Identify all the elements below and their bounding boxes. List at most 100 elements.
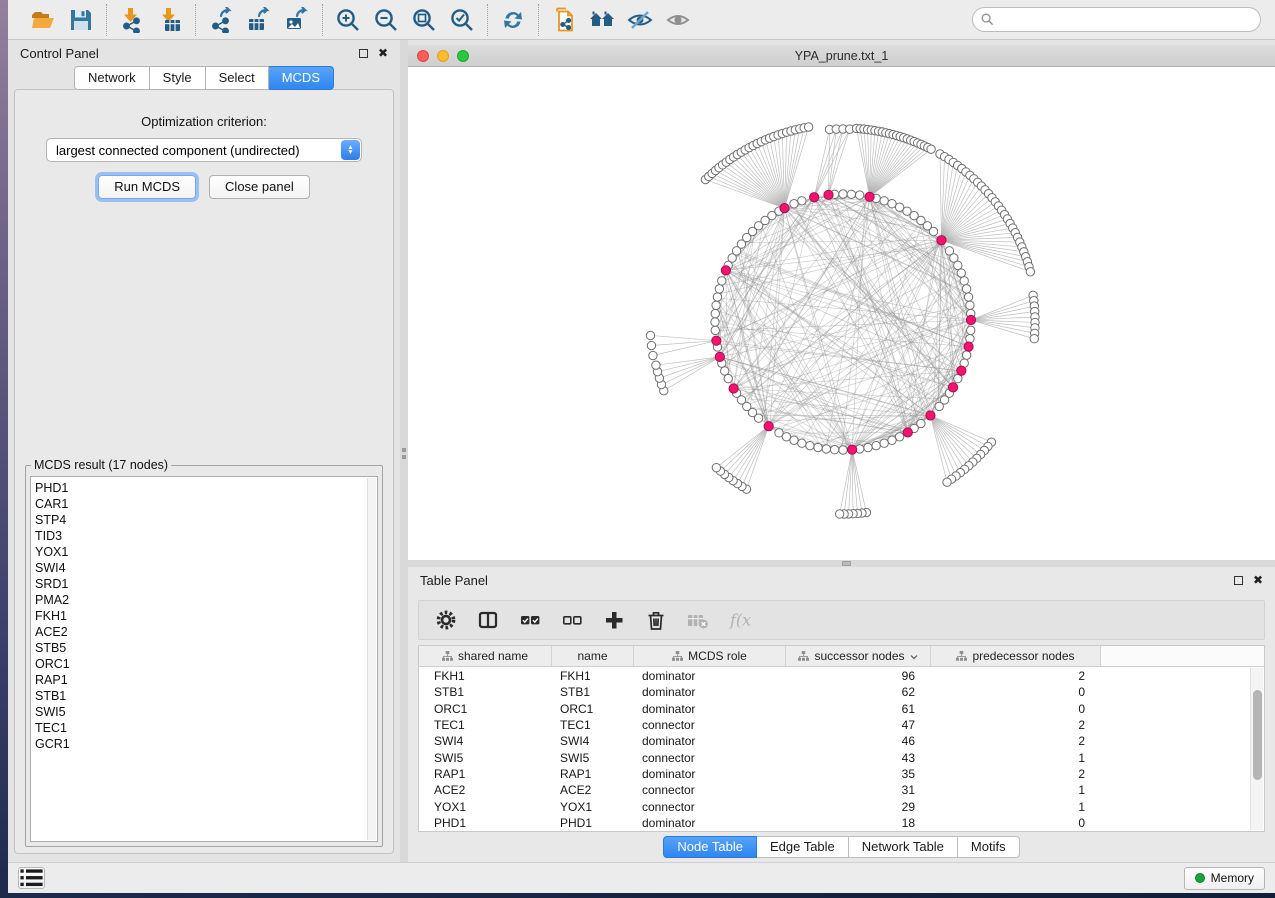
minimize-window-icon[interactable] — [437, 50, 449, 62]
table-cell[interactable]: ORC1 — [552, 702, 634, 716]
table-cell[interactable]: PHD1 — [419, 816, 552, 830]
table-cell[interactable]: connector — [634, 751, 786, 765]
column-header-shared-name[interactable]: shared name — [419, 646, 552, 666]
tab-mcds[interactable]: MCDS — [269, 66, 334, 90]
table-cell[interactable]: dominator — [634, 734, 786, 748]
table-cell[interactable]: 61 — [786, 702, 931, 716]
list-item[interactable]: ORC1 — [35, 656, 377, 672]
list-item[interactable]: SWI4 — [35, 560, 377, 576]
network-window-titlebar[interactable]: YPA_prune.txt_1 — [408, 45, 1275, 67]
import-network-button[interactable] — [115, 4, 149, 36]
table-cell[interactable]: connector — [634, 800, 786, 814]
export-image-button[interactable] — [280, 4, 314, 36]
save-session-button[interactable] — [64, 4, 98, 36]
column-header-name[interactable]: name — [552, 646, 634, 666]
maximize-window-icon[interactable] — [457, 50, 469, 62]
float-window-icon[interactable] — [359, 49, 368, 58]
table-cell[interactable]: dominator — [634, 767, 786, 781]
table-cell[interactable]: TEC1 — [552, 718, 634, 732]
export-table-button[interactable] — [242, 4, 276, 36]
open-session-button[interactable] — [26, 4, 60, 36]
table-cell[interactable]: 31 — [786, 783, 931, 797]
table-cell[interactable]: 96 — [786, 669, 931, 683]
export-network-button[interactable] — [204, 4, 238, 36]
list-item[interactable]: STB1 — [35, 688, 377, 704]
table-cell[interactable]: 47 — [786, 718, 931, 732]
mcds-result-list[interactable]: PHD1CAR1STP4TID3YOX1SWI4SRD1PMA2FKH1ACE2… — [30, 476, 378, 842]
list-item[interactable]: PMA2 — [35, 592, 377, 608]
clone-network-button[interactable] — [547, 4, 581, 36]
close-window-icon[interactable] — [417, 50, 429, 62]
list-item[interactable]: YOX1 — [35, 544, 377, 560]
tab-motifs[interactable]: Motifs — [958, 836, 1020, 858]
splitter-handle[interactable] — [842, 561, 851, 566]
table-cell[interactable]: YOX1 — [552, 800, 634, 814]
column-header-successor-nodes[interactable]: successor nodes — [786, 646, 931, 666]
list-scrollbar-track[interactable] — [367, 478, 376, 840]
delete-columns-button[interactable] — [643, 607, 669, 633]
tab-style[interactable]: Style — [150, 66, 206, 90]
table-cell[interactable]: 2 — [931, 718, 1101, 732]
table-cell[interactable]: 46 — [786, 734, 931, 748]
refresh-button[interactable] — [496, 4, 530, 36]
table-cell[interactable]: FKH1 — [419, 669, 552, 683]
list-item[interactable]: RAP1 — [35, 672, 377, 688]
table-cell[interactable]: 2 — [931, 734, 1101, 748]
table-row[interactable]: RAP1RAP1dominator352 — [419, 766, 1250, 782]
show-all-button[interactable] — [661, 4, 695, 36]
scrollbar-thumb[interactable] — [1253, 690, 1262, 780]
tab-network-table[interactable]: Network Table — [849, 836, 958, 858]
table-scrollbar[interactable] — [1250, 668, 1263, 830]
create-column-button[interactable] — [601, 607, 627, 633]
table-cell[interactable]: dominator — [634, 702, 786, 716]
table-options-button[interactable] — [433, 607, 459, 633]
table-cell[interactable]: SWI4 — [419, 734, 552, 748]
column-header-MCDS-role[interactable]: MCDS role — [634, 646, 786, 666]
table-cell[interactable]: 1 — [931, 783, 1101, 797]
tab-select[interactable]: Select — [206, 66, 269, 90]
table-cell[interactable]: 35 — [786, 767, 931, 781]
search-input[interactable] — [999, 13, 1252, 27]
table-cell[interactable]: STB1 — [552, 685, 634, 699]
hide-selected-button[interactable] — [623, 4, 657, 36]
table-cell[interactable]: FKH1 — [552, 669, 634, 683]
table-cell[interactable]: SWI5 — [552, 751, 634, 765]
table-cell[interactable]: 1 — [931, 751, 1101, 765]
select-all-rows-button[interactable] — [517, 607, 543, 633]
tab-node-table[interactable]: Node Table — [663, 836, 757, 858]
table-cell[interactable]: 0 — [931, 702, 1101, 716]
first-neighbors-button[interactable] — [585, 4, 619, 36]
table-cell[interactable]: dominator — [634, 669, 786, 683]
table-cell[interactable]: 43 — [786, 751, 931, 765]
table-row[interactable]: STB1STB1dominator620 — [419, 684, 1250, 700]
table-cell[interactable]: 0 — [931, 685, 1101, 699]
sort-indicator-icon[interactable] — [910, 649, 918, 663]
table-row[interactable]: FKH1FKH1dominator962 — [419, 668, 1250, 684]
table-row[interactable]: ORC1ORC1dominator610 — [419, 701, 1250, 717]
zoom-out-button[interactable] — [369, 4, 403, 36]
import-table-button[interactable] — [153, 4, 187, 36]
table-cell[interactable]: dominator — [634, 816, 786, 830]
table-cell[interactable]: ACE2 — [419, 783, 552, 797]
table-row[interactable]: SWI5SWI5connector431 — [419, 749, 1250, 765]
criterion-select[interactable]: largest connected component (undirected)… — [46, 138, 362, 162]
table-cell[interactable]: SWI5 — [419, 751, 552, 765]
network-graph[interactable] — [408, 67, 1275, 560]
close-table-panel-icon[interactable]: ✖ — [1253, 574, 1263, 586]
vertical-splitter[interactable] — [400, 40, 408, 862]
table-cell[interactable]: YOX1 — [419, 800, 552, 814]
table-row[interactable]: YOX1YOX1connector291 — [419, 798, 1250, 814]
list-item[interactable]: SWI5 — [35, 704, 377, 720]
list-item[interactable]: STB5 — [35, 640, 377, 656]
clear-row-selection-button[interactable] — [559, 607, 585, 633]
column-header-predecessor-nodes[interactable]: predecessor nodes — [931, 646, 1101, 666]
table-cell[interactable]: 18 — [786, 816, 931, 830]
zoom-selected-button[interactable] — [445, 4, 479, 36]
task-history-button[interactable] — [18, 867, 45, 889]
table-cell[interactable]: ACE2 — [552, 783, 634, 797]
list-item[interactable]: ACE2 — [35, 624, 377, 640]
table-cell[interactable]: dominator — [634, 685, 786, 699]
run-mcds-button[interactable]: Run MCDS — [98, 175, 196, 199]
table-cell[interactable]: 2 — [931, 669, 1101, 683]
table-cell[interactable]: STB1 — [419, 685, 552, 699]
